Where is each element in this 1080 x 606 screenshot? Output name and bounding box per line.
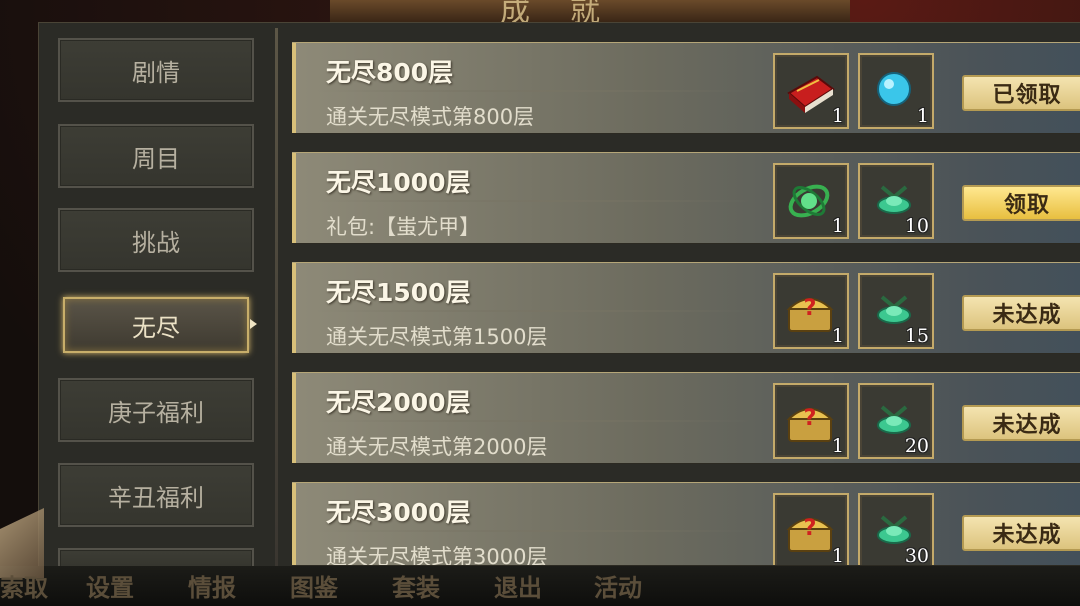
reward-count: 1 — [916, 105, 929, 127]
red-book-icon — [787, 75, 835, 113]
menu-item-codex[interactable]: 图鉴 — [290, 568, 338, 603]
menu-item-claim[interactable]: 索取 — [0, 568, 48, 603]
sidebar-item-xinchou-welfare[interactable]: 辛丑福利 — [58, 463, 254, 527]
sidebar-item-label: 挑战 — [132, 228, 180, 257]
menu-item-exit[interactable]: 退出 — [494, 568, 542, 603]
row-description: 通关无尽模式第2000层 — [326, 435, 548, 459]
reward-count: 10 — [904, 215, 929, 237]
claim-button[interactable]: 领取 — [962, 185, 1080, 221]
reward-count: 1 — [831, 545, 844, 566]
active-indicator-arrow-icon — [250, 319, 257, 329]
row-title: 无尽2000层 — [326, 388, 471, 417]
sidebar-item-cycle[interactable]: 周目 — [58, 124, 254, 188]
achievement-row: 无尽800层 通关无尽模式第800层 1 1 已领取 — [292, 42, 1080, 134]
achievement-row: 无尽1000层 礼包:【蚩尤甲】 1 10 领取 — [292, 152, 1080, 244]
reward-slot[interactable]: 1 — [773, 53, 849, 129]
reward-count: 15 — [904, 325, 929, 347]
row-description: 通关无尽模式第3000层 — [326, 545, 548, 566]
mystery-chest-icon: ? — [786, 406, 834, 442]
reward-slot[interactable]: 30 — [858, 493, 934, 566]
green-swirl-orb-icon — [788, 184, 830, 218]
svg-text:?: ? — [804, 406, 817, 431]
row-divider — [316, 90, 756, 92]
mystery-chest-icon: ? — [786, 516, 834, 552]
sidebar-item-label: 无尽 — [132, 313, 180, 342]
sidebar-item-story[interactable]: 剧情 — [58, 38, 254, 102]
row-divider — [316, 310, 756, 312]
svg-text:?: ? — [804, 296, 817, 321]
row-divider — [316, 530, 756, 532]
row-title: 无尽800层 — [326, 58, 454, 87]
reward-count: 20 — [904, 435, 929, 457]
achievement-row: 无尽2000层 通关无尽模式第2000层 ? 1 20 未达成 — [292, 372, 1080, 464]
sidebar-item-label: 周目 — [132, 144, 180, 173]
row-divider — [316, 420, 756, 422]
sidebar-item-label: 庚子福利 — [108, 398, 204, 427]
row-title: 无尽1000层 — [326, 168, 471, 197]
menu-item-events[interactable]: 活动 — [594, 568, 642, 603]
reward-slot[interactable]: ? 1 — [773, 273, 849, 349]
achievement-row: 无尽3000层 通关无尽模式第3000层 ? 1 30 未达成 — [292, 482, 1080, 566]
menu-item-settings[interactable]: 设置 — [86, 568, 134, 603]
menu-item-intel[interactable]: 情报 — [188, 568, 236, 603]
panel-divider — [275, 28, 278, 568]
reward-slot[interactable]: 20 — [858, 383, 934, 459]
reward-slot[interactable]: 1 — [773, 163, 849, 239]
sidebar-item-endless[interactable]: 无尽 — [63, 297, 249, 353]
reward-count: 1 — [831, 435, 844, 457]
mystery-chest-icon: ? — [786, 296, 834, 332]
reward-slot[interactable]: 1 — [858, 53, 934, 129]
sidebar-item-partial[interactable] — [58, 548, 254, 568]
row-divider — [316, 200, 756, 202]
reward-slot[interactable]: ? 1 — [773, 493, 849, 566]
claimed-button[interactable]: 已领取 — [962, 75, 1080, 111]
reward-count: 1 — [831, 325, 844, 347]
sidebar-item-label: 辛丑福利 — [108, 483, 204, 512]
reward-count: 1 — [831, 105, 844, 127]
reward-count: 1 — [831, 215, 844, 237]
row-title: 无尽1500层 — [326, 278, 471, 307]
menu-item-sets[interactable]: 套装 — [392, 568, 440, 603]
not-achieved-button[interactable]: 未达成 — [962, 405, 1080, 441]
reward-slot[interactable]: 15 — [858, 273, 934, 349]
reward-count: 30 — [904, 545, 929, 566]
achievement-row: 无尽1500层 通关无尽模式第1500层 ? 1 15 未达成 — [292, 262, 1080, 354]
row-description: 通关无尽模式第1500层 — [326, 325, 548, 349]
reward-slot[interactable]: 10 — [858, 163, 934, 239]
sidebar-item-label: 剧情 — [132, 58, 180, 87]
banner-title: 成就 — [500, 0, 640, 23]
sidebar-item-challenge[interactable]: 挑战 — [58, 208, 254, 272]
not-achieved-button[interactable]: 未达成 — [962, 515, 1080, 551]
row-description: 礼包:【蚩尤甲】 — [326, 215, 481, 239]
title-banner: 成就 — [330, 0, 850, 23]
row-description: 通关无尽模式第800层 — [326, 105, 535, 129]
row-title: 无尽3000层 — [326, 498, 471, 527]
blue-orb-icon — [877, 72, 911, 106]
sidebar-item-gengzi-welfare[interactable]: 庚子福利 — [58, 378, 254, 442]
not-achieved-button[interactable]: 未达成 — [962, 295, 1080, 331]
svg-text:?: ? — [804, 516, 817, 541]
reward-slot[interactable]: ? 1 — [773, 383, 849, 459]
